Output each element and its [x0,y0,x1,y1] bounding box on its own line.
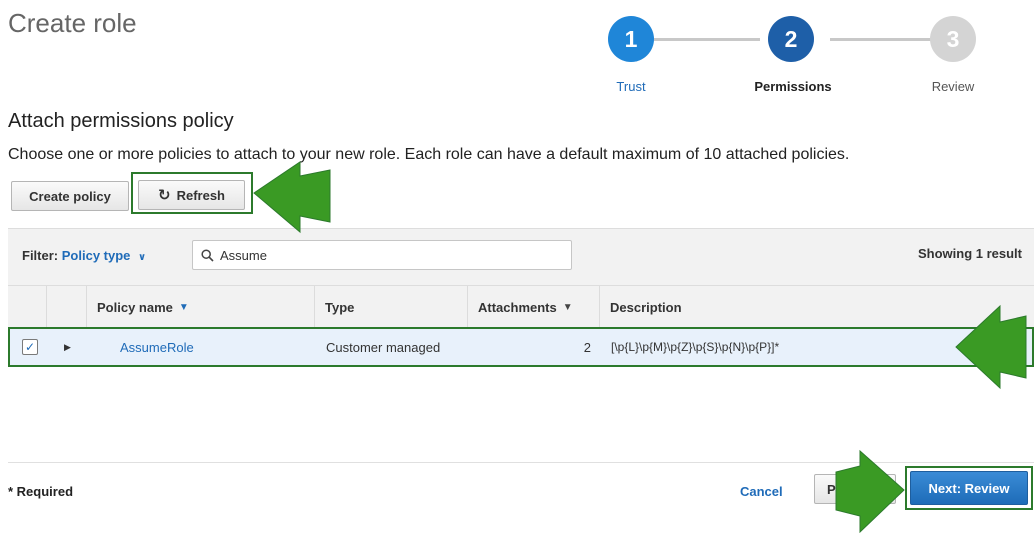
row-expand-cell[interactable]: ▶ [48,329,88,365]
cancel-button[interactable]: Cancel [740,484,783,499]
required-note: * Required [8,484,74,499]
next-review-button[interactable]: Next: Review [910,471,1028,505]
step-1-circle[interactable]: 1 [608,16,654,62]
row-select-cell[interactable]: ✓ [10,329,48,365]
sort-desc-icon: ▼ [562,301,573,313]
refresh-icon: ↻ [158,186,171,204]
policy-name-column-header[interactable]: Policy name ▼ [86,286,314,328]
table-row[interactable]: ✓ ▶ AssumeRole Customer managed 2 [\p{L}… [8,327,1034,367]
policy-type-filter[interactable]: Policy type [62,248,131,263]
footer-divider [8,462,1034,463]
step-2-label: Permissions [754,79,832,94]
row-checkbox[interactable]: ✓ [22,339,38,355]
step-2-circle[interactable]: 2 [768,16,814,62]
section-description: Choose one or more policies to attach to… [8,146,850,163]
expand-column-header [46,286,86,328]
wizard-stepper: 1 2 3 Trust Permissions Review [0,0,1034,100]
type-cell: Customer managed [326,339,441,355]
caret-right-icon[interactable]: ▶ [64,342,71,353]
attachments-column-header[interactable]: Attachments ▼ [467,286,599,328]
select-column-header [8,286,46,328]
step-1-label[interactable]: Trust [571,79,691,94]
refresh-button[interactable]: ↻ Refresh [138,180,245,210]
stepper-connector [830,38,940,41]
filter-bar: Filter: Policy type ∨ Assume Showing 1 r… [8,228,1034,286]
step-3-label: Review [931,79,975,94]
section-title: Attach permissions policy [8,110,234,132]
result-count: Showing 1 result [917,246,1022,261]
policy-name-link[interactable]: AssumeRole [120,340,194,355]
check-icon: ✓ [24,340,36,354]
annotation-arrow-icon [253,161,331,234]
search-icon [201,248,214,262]
create-policy-button[interactable]: Create policy [11,181,129,211]
policy-search-input[interactable]: Assume [192,240,572,270]
description-column-header[interactable]: Description [599,286,1034,328]
search-input-value: Assume [220,247,267,263]
attachments-cell: 2 [583,339,591,355]
filter-label: Filter: Policy type ∨ [22,248,147,263]
step-3-circle: 3 [930,16,976,62]
table-header: Policy name ▼ Type Attachments ▼ Descrip… [8,285,1034,329]
type-column-header[interactable]: Type [314,286,467,328]
stepper-connector [650,38,760,41]
policy-name-cell[interactable]: AssumeRole [110,329,316,365]
previous-button[interactable]: Previous [814,474,896,504]
sort-desc-icon: ▼ [178,301,189,313]
description-cell: [\p{L}\p{M}\p{Z}\p{S}\p{N}\p{P}]* [611,340,780,354]
chevron-down-icon[interactable]: ∨ [138,252,146,263]
